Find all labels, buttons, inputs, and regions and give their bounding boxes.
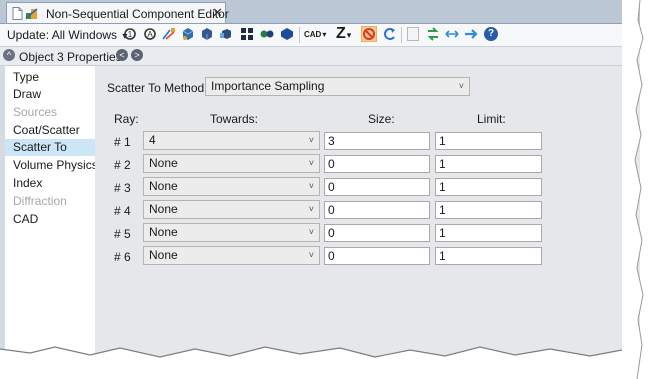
refresh-icon[interactable]: 1: [123, 27, 137, 41]
grid-icon[interactable]: [240, 27, 254, 41]
size-field[interactable]: 0: [324, 155, 430, 173]
towards-select[interactable]: 4 ˅: [143, 131, 320, 150]
limit-field[interactable]: 1: [435, 247, 542, 265]
scatter-method-select[interactable]: Importance Sampling ˅: [205, 77, 470, 96]
svg-text:A: A: [147, 30, 153, 39]
ray-trace-icon[interactable]: [162, 27, 176, 41]
size-field[interactable]: 0: [324, 178, 430, 196]
tab-strip: Non-Sequential Component Editor ✕: [0, 0, 640, 24]
chevron-down-icon: ˅: [308, 227, 314, 237]
3d-layout-icon[interactable]: [219, 27, 233, 41]
svg-text:1: 1: [128, 30, 133, 39]
nav-item-volume-physics[interactable]: Volume Physics: [5, 157, 98, 174]
arrows-icon[interactable]: [445, 27, 459, 41]
column-header-ray: Ray:: [114, 112, 139, 126]
collapse-icon[interactable]: ^: [3, 49, 15, 61]
undo-icon[interactable]: [383, 27, 397, 41]
limit-field[interactable]: 1: [435, 178, 542, 196]
nav-item-diffraction: Diffraction: [13, 194, 67, 208]
towards-select[interactable]: None ˅: [143, 246, 320, 265]
arrow-right-icon[interactable]: [464, 27, 478, 41]
chevron-down-icon: ˅: [308, 135, 314, 145]
nav-item-draw[interactable]: Draw: [5, 86, 95, 103]
tab-close-button[interactable]: ✕: [212, 5, 223, 21]
size-field[interactable]: 3: [324, 132, 430, 150]
nav-item-index[interactable]: Index: [5, 175, 95, 192]
help-icon[interactable]: ?: [484, 27, 498, 41]
previous-object-button[interactable]: <: [116, 49, 128, 61]
size-field[interactable]: 0: [324, 224, 430, 242]
cad-icon: CAD: [304, 30, 322, 39]
column-header-size: Size:: [368, 112, 395, 126]
object-icon[interactable]: [280, 27, 294, 41]
editor-window: Non-Sequential Component Editor ✕ Update…: [0, 0, 640, 362]
next-object-button[interactable]: >: [131, 49, 143, 61]
blank-icon[interactable]: [406, 27, 420, 41]
chevron-down-icon: ˅: [308, 158, 314, 168]
towards-select[interactable]: None ˅: [143, 177, 320, 196]
swap-icon[interactable]: [426, 27, 440, 41]
limit-field[interactable]: 1: [435, 201, 542, 219]
scatter-to-panel: Scatter To Method: Importance Sampling ˅…: [95, 66, 640, 362]
toolbar: Update: All Windows ▾ 1 A CAD▾ Z▾ ?: [0, 24, 640, 47]
chevron-down-icon: ˅: [308, 204, 314, 214]
z-icon: Z: [336, 25, 346, 42]
update-dropdown-label: Update: All Windows: [7, 28, 118, 42]
update-dropdown[interactable]: Update: All Windows ▾: [7, 28, 127, 42]
nav-item-coat-scatter[interactable]: Coat/Scatter: [5, 122, 95, 139]
nsc-editor-icon: [25, 8, 38, 19]
document-icon: [12, 7, 23, 20]
no-entry-icon[interactable]: [361, 26, 377, 42]
towards-select[interactable]: None ˅: [143, 154, 320, 173]
ray-number: # 3: [114, 181, 131, 195]
scatter-method-label: Scatter To Method:: [107, 81, 208, 95]
ray-number: # 2: [114, 158, 131, 172]
nav-item-sources: Sources: [13, 105, 58, 119]
size-field[interactable]: 0: [324, 201, 430, 219]
tab-nsc-editor[interactable]: Non-Sequential Component Editor ✕: [6, 2, 229, 23]
nav-item-cad[interactable]: CAD: [5, 211, 95, 228]
nav-item-type[interactable]: Type: [5, 69, 95, 86]
z-dropdown[interactable]: Z▾: [336, 25, 351, 43]
properties-header: ^ Object 3 Properties < >: [0, 47, 640, 66]
torn-edge-right: [622, 0, 644, 379]
chevron-down-icon: ˅: [308, 250, 314, 260]
lens-icon[interactable]: [260, 27, 274, 41]
ray-number: # 4: [114, 204, 131, 218]
column-header-limit: Limit:: [477, 112, 506, 126]
refresh-all-icon[interactable]: A: [143, 27, 157, 41]
ray-number: # 5: [114, 227, 131, 241]
limit-field[interactable]: 1: [435, 155, 542, 173]
size-field[interactable]: 0: [324, 247, 430, 265]
nav-item-scatter-to[interactable]: Scatter To: [5, 139, 95, 156]
chevron-down-icon: ˅: [458, 81, 464, 91]
shaded-model-icon[interactable]: [181, 27, 195, 41]
towards-select[interactable]: None ˅: [143, 200, 320, 219]
properties-title: Object 3 Properties: [19, 50, 122, 64]
towards-select[interactable]: None ˅: [143, 223, 320, 242]
solid-model-icon[interactable]: [200, 27, 214, 41]
ray-number: # 1: [114, 135, 131, 149]
properties-nav: Type Draw Sources Coat/Scatter Scatter T…: [5, 66, 98, 362]
cad-dropdown[interactable]: CAD▾: [304, 30, 326, 39]
ray-number: # 6: [114, 250, 131, 264]
toolbar-separator: [401, 27, 402, 43]
column-header-towards: Towards:: [210, 112, 259, 126]
toolbar-separator: [299, 27, 300, 43]
limit-field[interactable]: 1: [435, 132, 542, 150]
tab-title: Non-Sequential Component Editor: [46, 7, 229, 21]
torn-edge-bottom: [0, 346, 623, 379]
limit-field[interactable]: 1: [435, 224, 542, 242]
chevron-down-icon: ˅: [308, 181, 314, 191]
